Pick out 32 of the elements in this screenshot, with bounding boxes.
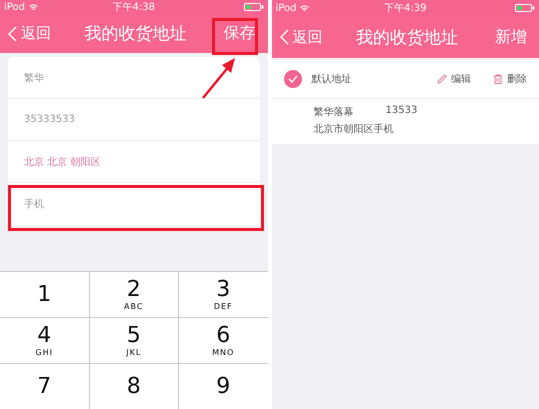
delete-button[interactable]: 删除 [493, 72, 527, 86]
keypad-key[interactable]: 9 [179, 364, 268, 409]
page-title: 我的收货地址 [354, 26, 459, 48]
address-text: 北京市朝阳区手机 [314, 122, 394, 136]
keypad-key[interactable]: 4 GHI [0, 318, 88, 363]
keypad-key[interactable]: 2 ABC [90, 272, 178, 317]
highlight-frame [212, 18, 258, 55]
status-time: 下午4:39 [384, 2, 426, 15]
edit-button[interactable]: 编辑 [437, 72, 471, 86]
carrier-text: iPod [276, 2, 296, 14]
checkmark-icon [288, 75, 298, 83]
keypad-key[interactable]: 7 [0, 364, 88, 409]
recipient-name: 繁华落幕 [314, 106, 354, 119]
carrier-text: iPod [4, 2, 25, 13]
battery-icon [515, 4, 535, 12]
page-title: 我的收货地址 [83, 23, 188, 46]
wifi-icon [28, 4, 38, 11]
recipient-phone: 13533 [386, 105, 418, 118]
chevron-left-icon [280, 29, 288, 45]
keypad-key[interactable]: 6 MNO [179, 318, 268, 363]
default-address-toggle[interactable]: 默认地址 [284, 70, 352, 88]
keypad-key[interactable]: 8 [90, 364, 178, 409]
battery-icon [244, 3, 264, 12]
wifi-icon [300, 4, 310, 12]
status-time: 下午4:38 [112, 1, 155, 14]
keypad-key[interactable]: 5 JKL [90, 318, 178, 363]
keypad-key[interactable]: 1 [0, 272, 88, 317]
chevron-left-icon [8, 26, 17, 42]
input-field[interactable]: 手机 [8, 183, 260, 226]
keypad-key[interactable]: 3 DEF [179, 272, 268, 317]
trash-icon [493, 74, 503, 84]
pencil-icon [437, 74, 447, 84]
